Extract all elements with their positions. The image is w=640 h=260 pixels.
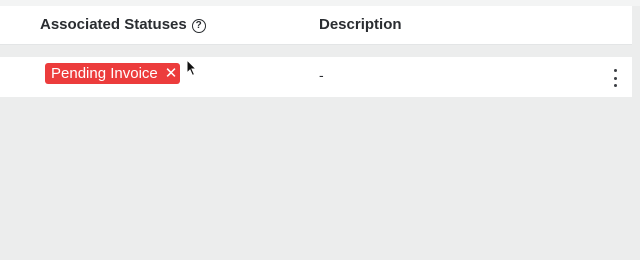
status-tag-pending-invoice[interactable]: Pending Invoice ✕ <box>45 63 181 84</box>
column-header-description: Description <box>319 16 402 33</box>
table-header: Associated Statuses? Description <box>0 6 632 45</box>
description-value: - <box>319 67 324 83</box>
question-circle-icon[interactable]: ? <box>191 19 206 33</box>
column-header-associated-statuses: Associated Statuses? <box>40 16 206 33</box>
table-panel: Associated Statuses? Description Pending… <box>0 0 640 260</box>
mouse-pointer-icon <box>186 59 198 77</box>
vertical-ellipsis-icon[interactable] <box>608 69 622 87</box>
remove-tag-icon[interactable]: ✕ <box>165 63 178 84</box>
column-header-label: Associated Statuses <box>40 16 187 33</box>
status-tag-label: Pending Invoice <box>51 65 158 82</box>
table-row: Pending Invoice ✕ - <box>0 57 632 97</box>
